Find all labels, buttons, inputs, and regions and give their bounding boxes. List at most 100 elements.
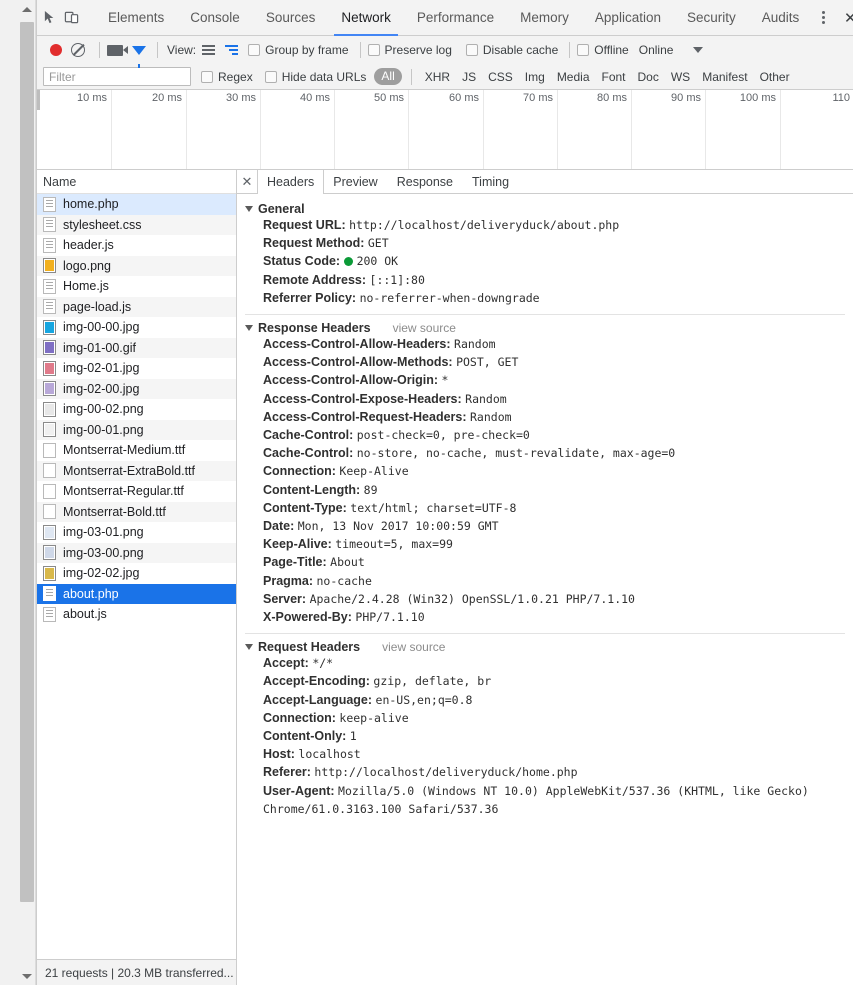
view-source-link[interactable]: view source — [393, 321, 456, 335]
checkbox-box[interactable] — [465, 44, 478, 56]
network-status-bar: 21 requests | 20.3 MB transferred... — [37, 959, 236, 985]
capture-screenshots-icon[interactable] — [107, 44, 128, 56]
request-row[interactable]: img-02-01.jpg — [37, 358, 236, 379]
header-value: GET — [367, 236, 389, 251]
request-row[interactable]: stylesheet.css — [37, 214, 236, 235]
preserve-log-checkbox[interactable]: Preserve log — [367, 43, 452, 57]
request-name: img-02-01.jpg — [63, 361, 140, 376]
type-filter-xhr[interactable]: XHR — [419, 70, 456, 84]
tab-sources-label: Sources — [265, 10, 316, 25]
header-value: [::1]:80 — [369, 272, 425, 287]
request-row[interactable]: img-00-02.png — [37, 399, 236, 420]
requests-column-header[interactable]: Name — [37, 170, 236, 194]
type-filter-doc[interactable]: Doc — [632, 70, 665, 84]
checkbox-box[interactable] — [367, 44, 380, 56]
request-name: img-01-00.gif — [63, 340, 136, 355]
checkbox-box[interactable] — [201, 70, 213, 83]
type-filter-font[interactable]: Font — [596, 70, 632, 84]
kebab-menu-icon[interactable] — [812, 6, 834, 30]
page-scrollbar[interactable] — [18, 0, 36, 985]
request-row[interactable]: img-03-01.png — [37, 522, 236, 543]
type-filter-other[interactable]: Other — [754, 70, 796, 84]
request-row[interactable]: img-02-00.jpg — [37, 378, 236, 399]
tab-preview[interactable]: Preview — [324, 170, 387, 193]
headers-section: Response Headers view source Access-Contro… — [245, 321, 853, 626]
scrollbar-thumb[interactable] — [20, 22, 34, 902]
request-row[interactable]: Montserrat-Bold.ttf — [37, 501, 236, 522]
request-row[interactable]: home.php — [37, 194, 236, 215]
header-key: User-Agent: — [263, 783, 339, 798]
overview-gridline — [557, 90, 558, 169]
chevron-down-icon[interactable] — [245, 644, 253, 651]
request-row[interactable]: img-00-01.png — [37, 419, 236, 440]
request-row[interactable]: Montserrat-ExtraBold.ttf — [37, 460, 236, 481]
overview-tick-label: 110 — [832, 92, 850, 104]
chevron-down-icon[interactable] — [245, 206, 253, 212]
request-row[interactable]: img-02-02.jpg — [37, 563, 236, 584]
type-filter-js[interactable]: JS — [456, 70, 482, 84]
filter-input[interactable] — [43, 67, 191, 86]
view-waterfall-icon[interactable] — [225, 45, 239, 55]
tab-network[interactable]: Network — [328, 0, 404, 36]
request-row[interactable]: img-00-00.jpg — [37, 317, 236, 338]
headers-section-header[interactable]: Request Headers view source — [245, 640, 853, 654]
tab-application[interactable]: Application — [582, 0, 674, 36]
type-filter-media[interactable]: Media — [551, 70, 596, 84]
filter-icon[interactable] — [132, 45, 146, 68]
headers-section-header[interactable]: Response Headers view source — [245, 321, 853, 335]
group-by-frame-checkbox[interactable]: Group by frame — [248, 43, 349, 57]
tab-security[interactable]: Security — [674, 0, 749, 36]
tab-sources[interactable]: Sources — [253, 0, 329, 36]
tab-console[interactable]: Console — [177, 0, 253, 36]
request-row[interactable]: Home.js — [37, 276, 236, 297]
tab-timing[interactable]: Timing — [463, 170, 519, 193]
close-icon[interactable]: ✕ — [838, 6, 853, 30]
type-filter-ws[interactable]: WS — [665, 70, 696, 84]
headers-section-header[interactable]: General — [245, 202, 853, 216]
view-list-icon[interactable] — [202, 45, 216, 55]
disable-cache-checkbox[interactable]: Disable cache — [465, 43, 558, 57]
type-filter-css[interactable]: CSS — [482, 70, 519, 84]
type-filter-img[interactable]: Img — [519, 70, 551, 84]
offline-checkbox[interactable]: Offline — [577, 43, 629, 57]
header-row: Connection: keep-alive — [245, 709, 853, 727]
request-row[interactable]: page-load.js — [37, 296, 236, 317]
type-filter-all[interactable]: All — [374, 68, 402, 85]
hide-data-urls-checkbox[interactable]: Hide data URLs — [264, 70, 366, 84]
inspect-element-icon[interactable] — [43, 4, 58, 32]
request-row[interactable]: Montserrat-Medium.ttf — [37, 440, 236, 461]
scroll-up-arrow-icon[interactable] — [18, 0, 36, 18]
record-button[interactable] — [50, 44, 62, 56]
header-value: POST, GET — [456, 355, 519, 370]
request-row[interactable]: about.js — [37, 604, 236, 625]
tab-performance[interactable]: Performance — [404, 0, 507, 36]
request-row[interactable]: about.php — [37, 583, 236, 604]
clear-button[interactable] — [71, 43, 85, 57]
details-close-icon[interactable]: ✕ — [237, 170, 257, 193]
type-filter-manifest[interactable]: Manifest — [696, 70, 753, 84]
view-source-link[interactable]: view source — [382, 640, 445, 654]
request-row[interactable]: logo.png — [37, 255, 236, 276]
header-value: gzip, deflate, br — [373, 674, 492, 689]
network-overview-timeline[interactable]: 10 ms 20 ms 30 ms 40 ms 50 ms 60 ms 70 ms 80 ms… — [37, 90, 853, 170]
scroll-down-arrow-icon[interactable] — [18, 967, 36, 985]
chevron-down-icon[interactable] — [693, 47, 704, 53]
checkbox-box[interactable] — [577, 44, 590, 56]
tab-memory[interactable]: Memory — [507, 0, 582, 36]
tab-audits[interactable]: Audits — [749, 0, 813, 36]
chevron-down-icon[interactable] — [245, 325, 253, 332]
tab-headers[interactable]: Headers — [257, 170, 325, 194]
overview-gridline — [260, 90, 261, 169]
tab-elements[interactable]: Elements — [95, 0, 177, 36]
request-row[interactable]: img-03-00.png — [37, 542, 236, 563]
checkbox-box[interactable] — [248, 44, 261, 56]
tab-response[interactable]: Response — [388, 170, 463, 193]
request-row[interactable]: header.js — [37, 235, 236, 256]
throttle-select-value[interactable]: Online — [639, 43, 674, 57]
checkbox-box[interactable] — [264, 70, 277, 83]
view-label: View: — [167, 43, 197, 57]
request-row[interactable]: Montserrat-Regular.ttf — [37, 481, 236, 502]
regex-checkbox[interactable]: Regex — [201, 70, 253, 84]
device-toolbar-icon[interactable] — [64, 4, 79, 32]
request-row[interactable]: img-01-00.gif — [37, 337, 236, 358]
